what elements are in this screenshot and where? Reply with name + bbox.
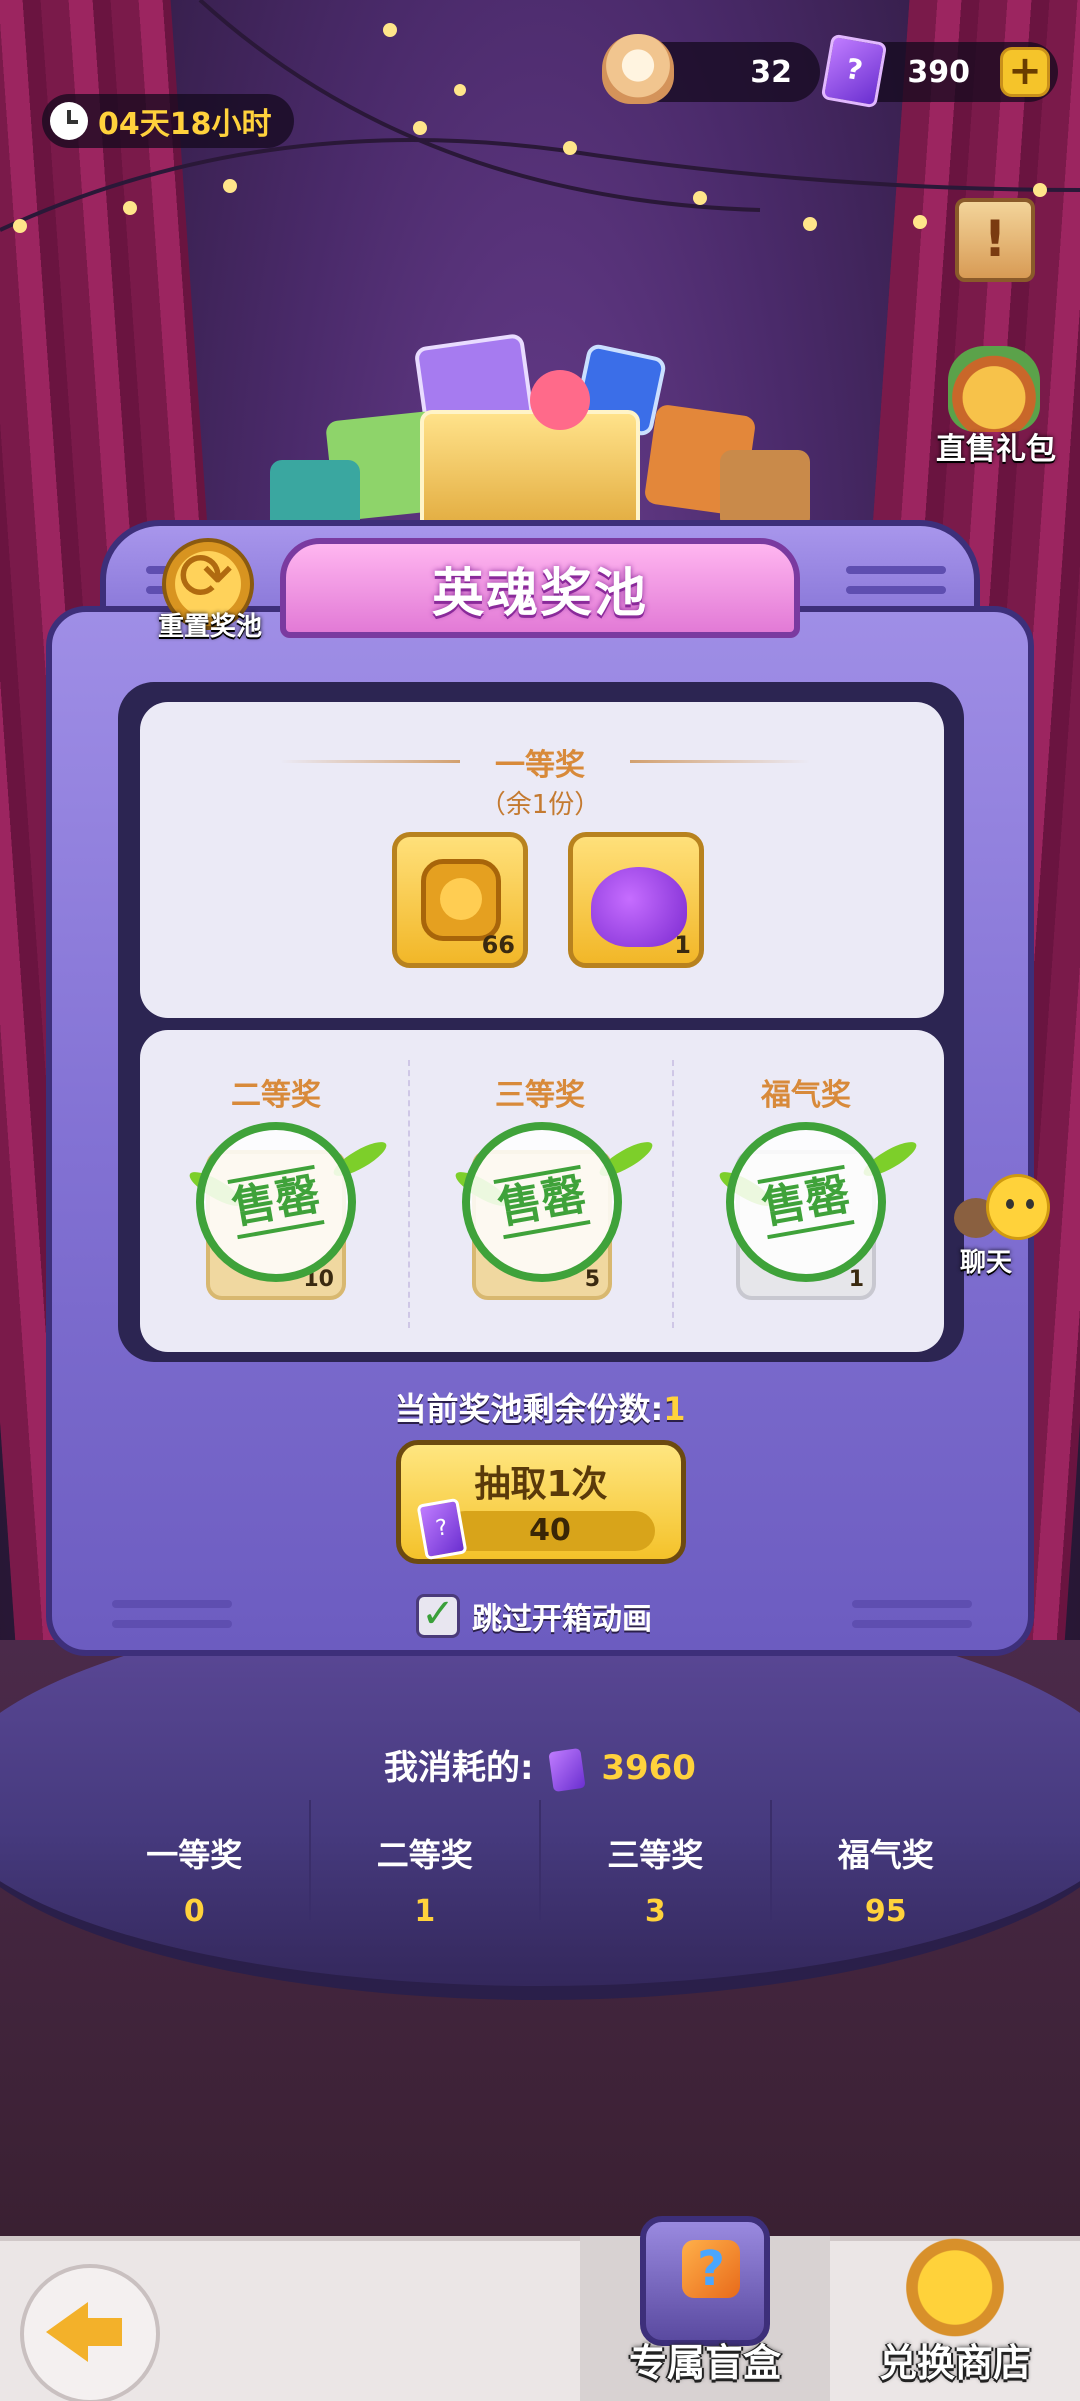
sold-out-text: 售罄 (757, 1164, 855, 1240)
third-prize-title: 三等奖 (495, 1078, 585, 1113)
shell-currency[interactable]: 32 (602, 34, 820, 104)
skip-animation-checkbox[interactable]: ✓ (416, 1594, 460, 1638)
second-prize-title: 二等奖 (231, 1078, 321, 1113)
pool-title-plate: 英魂奖池 (280, 538, 800, 638)
tab-exclusive-blind-box[interactable]: 专属盲盒 (580, 2216, 830, 2401)
notice-scroll-icon[interactable]: ! (955, 198, 1035, 282)
stat-luck: 福气奖 95 (772, 1800, 1001, 1929)
sold-out-text: 售罄 (227, 1164, 325, 1240)
item-count: 1 (848, 1267, 864, 1292)
hero-coin-icon (421, 859, 501, 941)
chat-button[interactable]: 聊天 (954, 1174, 1064, 1278)
stat-value: 0 (183, 1894, 205, 1929)
back-arrow-icon (46, 2302, 122, 2362)
ticket-icon (548, 1747, 587, 1792)
consumed-value: 3960 (601, 1748, 696, 1788)
purple-bag-icon (591, 867, 687, 947)
stat-first: 一等奖 0 (80, 1800, 311, 1929)
pool-remaining-value: 1 (663, 1390, 686, 1428)
ticket-icon: ? (416, 1497, 468, 1561)
timer-text: 04天18小时 (98, 107, 272, 142)
stat-label: 一等奖 (146, 1836, 243, 1874)
draw-label: 抽取1次 (474, 1464, 608, 1505)
stat-value: 95 (864, 1894, 907, 1929)
smile-icon (986, 1174, 1050, 1240)
item-count: 1 (674, 931, 691, 959)
prize-pile (260, 320, 820, 540)
luck-prize-title: 福气奖 (761, 1078, 851, 1113)
pool-remaining-label: 当前奖池剩余份数: (394, 1390, 664, 1428)
gift-pack-label[interactable]: 直售礼包 (926, 424, 1066, 468)
prize-item-coin[interactable]: 66 (392, 832, 528, 968)
back-button[interactable] (20, 2264, 160, 2401)
consumed-summary: 我消耗的: 3960 (0, 1740, 1080, 1792)
stat-label: 福气奖 (837, 1836, 934, 1874)
skip-animation-label: 跳过开箱动画 (472, 1602, 652, 1637)
prize-item-bag[interactable]: 1 (568, 832, 704, 968)
stat-label: 三等奖 (607, 1836, 704, 1874)
divider (672, 1060, 674, 1328)
ticket-currency[interactable]: ? 390 + (820, 33, 1058, 109)
stat-third: 三等奖 3 (541, 1800, 772, 1929)
divider (630, 760, 810, 763)
shop-mascot-icon (890, 2216, 1020, 2346)
prize-stats: 一等奖 0 二等奖 1 三等奖 3 福气奖 95 (80, 1800, 1001, 1929)
first-prize-remaining: （余1份） (479, 790, 601, 820)
consumed-label: 我消耗的: (384, 1748, 534, 1788)
skip-animation-toggle[interactable]: ✓ 跳过开箱动画 (416, 1594, 652, 1638)
first-prize-title: 一等奖 (495, 748, 585, 783)
draw-cost: 40 (445, 1511, 655, 1551)
game-stage: 04天18小时 32 ? 390 + ! 直售礼包 英魂奖池 重 (0, 0, 1080, 2401)
event-timer: 04天18小时 (42, 94, 294, 148)
mystery-box-icon (640, 2216, 770, 2346)
clock-icon (50, 102, 88, 140)
item-count: 66 (481, 931, 515, 959)
add-ticket-button[interactable]: + (1000, 47, 1050, 97)
pool-title: 英魂奖池 (431, 563, 648, 624)
pool-remaining: 当前奖池剩余份数:1 (0, 1384, 1080, 1430)
stat-label: 二等奖 (376, 1836, 473, 1874)
tab-exchange-shop[interactable]: 兑换商店 (830, 2216, 1080, 2401)
divider (408, 1060, 410, 1328)
ticket-icon: ? (820, 33, 888, 109)
shell-count: 32 (750, 54, 792, 90)
tab-label: 兑换商店 (878, 2341, 1031, 2385)
divider (280, 760, 460, 763)
tab-label: 专属盲盒 (628, 2341, 781, 2385)
chat-label: 聊天 (960, 1248, 1013, 1278)
sold-out-text: 售罄 (493, 1164, 591, 1240)
stat-value: 3 (644, 1894, 666, 1929)
gift-bag-icon[interactable] (948, 346, 1040, 432)
draw-once-button[interactable]: 抽取1次 40 ? (396, 1440, 686, 1564)
reset-pool-label[interactable]: 重置奖池 (140, 606, 280, 643)
stat-second: 二等奖 1 (311, 1800, 541, 1929)
shell-icon (602, 34, 674, 104)
item-count: 5 (584, 1267, 600, 1292)
stat-value: 1 (414, 1894, 436, 1929)
ticket-count: 390 (907, 54, 970, 90)
